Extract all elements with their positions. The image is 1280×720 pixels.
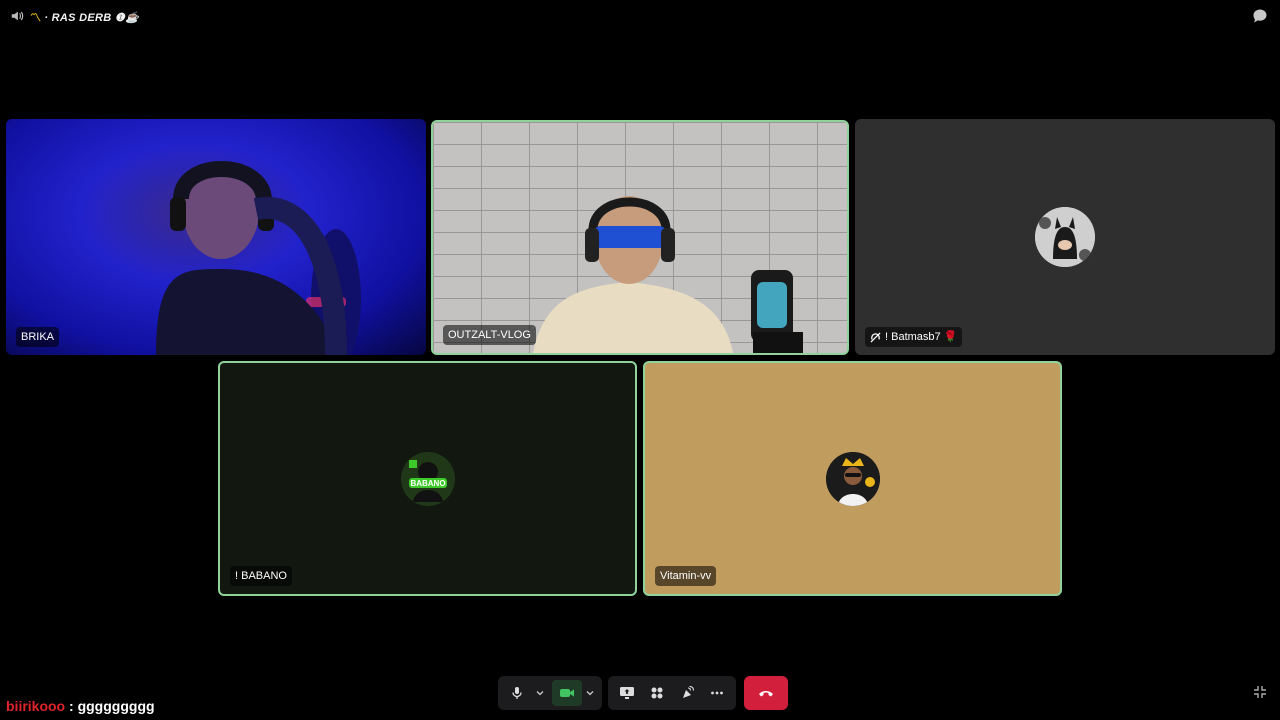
- chat-message-text: ggggggggg: [77, 698, 155, 714]
- hangup-icon: [759, 691, 773, 697]
- video-feed: [156, 161, 361, 355]
- top-bar: 〽 · RAS DERB ❶☕: [0, 0, 1280, 32]
- screen-share-icon: [620, 687, 634, 699]
- soundboard-button[interactable]: [672, 680, 702, 706]
- channel-flag-icon: 〽: [30, 12, 42, 24]
- chevron-down-icon: [586, 691, 594, 696]
- participant-tile-outzalt-vlog[interactable]: OUTZALT-VLOG: [431, 120, 849, 355]
- call-controls: [498, 676, 788, 710]
- chat-username: biirikooo: [6, 698, 66, 714]
- channel-name[interactable]: 〽 · RAS DERB ❶☕: [30, 9, 139, 25]
- vitamin-avatar: [825, 451, 880, 506]
- activities-icon: [651, 687, 663, 699]
- mic-options-button[interactable]: [532, 680, 548, 706]
- camera-button[interactable]: [552, 680, 582, 706]
- participant-tile-babano[interactable]: BABANO ! BABANO: [218, 361, 637, 596]
- channel-title: · RAS DERB: [44, 12, 112, 24]
- actions-group: [608, 676, 736, 710]
- participant-name: ! BABANO: [230, 566, 292, 586]
- chat-separator: :: [65, 698, 78, 714]
- mic-button[interactable]: [502, 680, 532, 706]
- camera-options-button[interactable]: [582, 680, 598, 706]
- camera-icon: [560, 689, 574, 697]
- participant-name: BRIKA: [16, 327, 60, 347]
- minimize-icon[interactable]: [1252, 684, 1268, 700]
- chat-bubble-icon[interactable]: [1252, 8, 1268, 24]
- microphone-icon: [512, 687, 522, 699]
- participant-name: Vitamin-vv: [655, 566, 717, 586]
- soundboard-icon: [683, 686, 694, 698]
- hangup-button[interactable]: [744, 676, 788, 710]
- participant-tile-brika[interactable]: BRIKA: [6, 119, 426, 355]
- more-button[interactable]: [702, 680, 732, 706]
- channel-suffix: ❶☕: [114, 12, 140, 24]
- participant-tile-batmasb7[interactable]: ! Batmasb7 🌹: [855, 119, 1275, 355]
- muted-headphones-icon: [870, 332, 881, 343]
- chat-overlay-message: biirikooo : ggggggggg: [6, 698, 155, 714]
- video-feed: [533, 196, 803, 353]
- screen-share-button[interactable]: [612, 680, 642, 706]
- participant-tile-vitamin-vv[interactable]: Vitamin-vv: [643, 361, 1062, 596]
- babano-avatar: BABANO: [400, 451, 455, 506]
- mic-group: [498, 676, 602, 710]
- svg-text:BABANO: BABANO: [410, 479, 445, 488]
- batman-avatar: [1035, 207, 1095, 267]
- speaker-icon[interactable]: [10, 9, 24, 23]
- activities-button[interactable]: [642, 680, 672, 706]
- more-icon: [711, 691, 723, 695]
- participant-name-text: ! Batmasb7 🌹: [885, 331, 958, 343]
- chevron-down-icon: [536, 691, 544, 696]
- participant-name: ! Batmasb7 🌹: [865, 327, 963, 347]
- participant-name: OUTZALT-VLOG: [443, 325, 536, 345]
